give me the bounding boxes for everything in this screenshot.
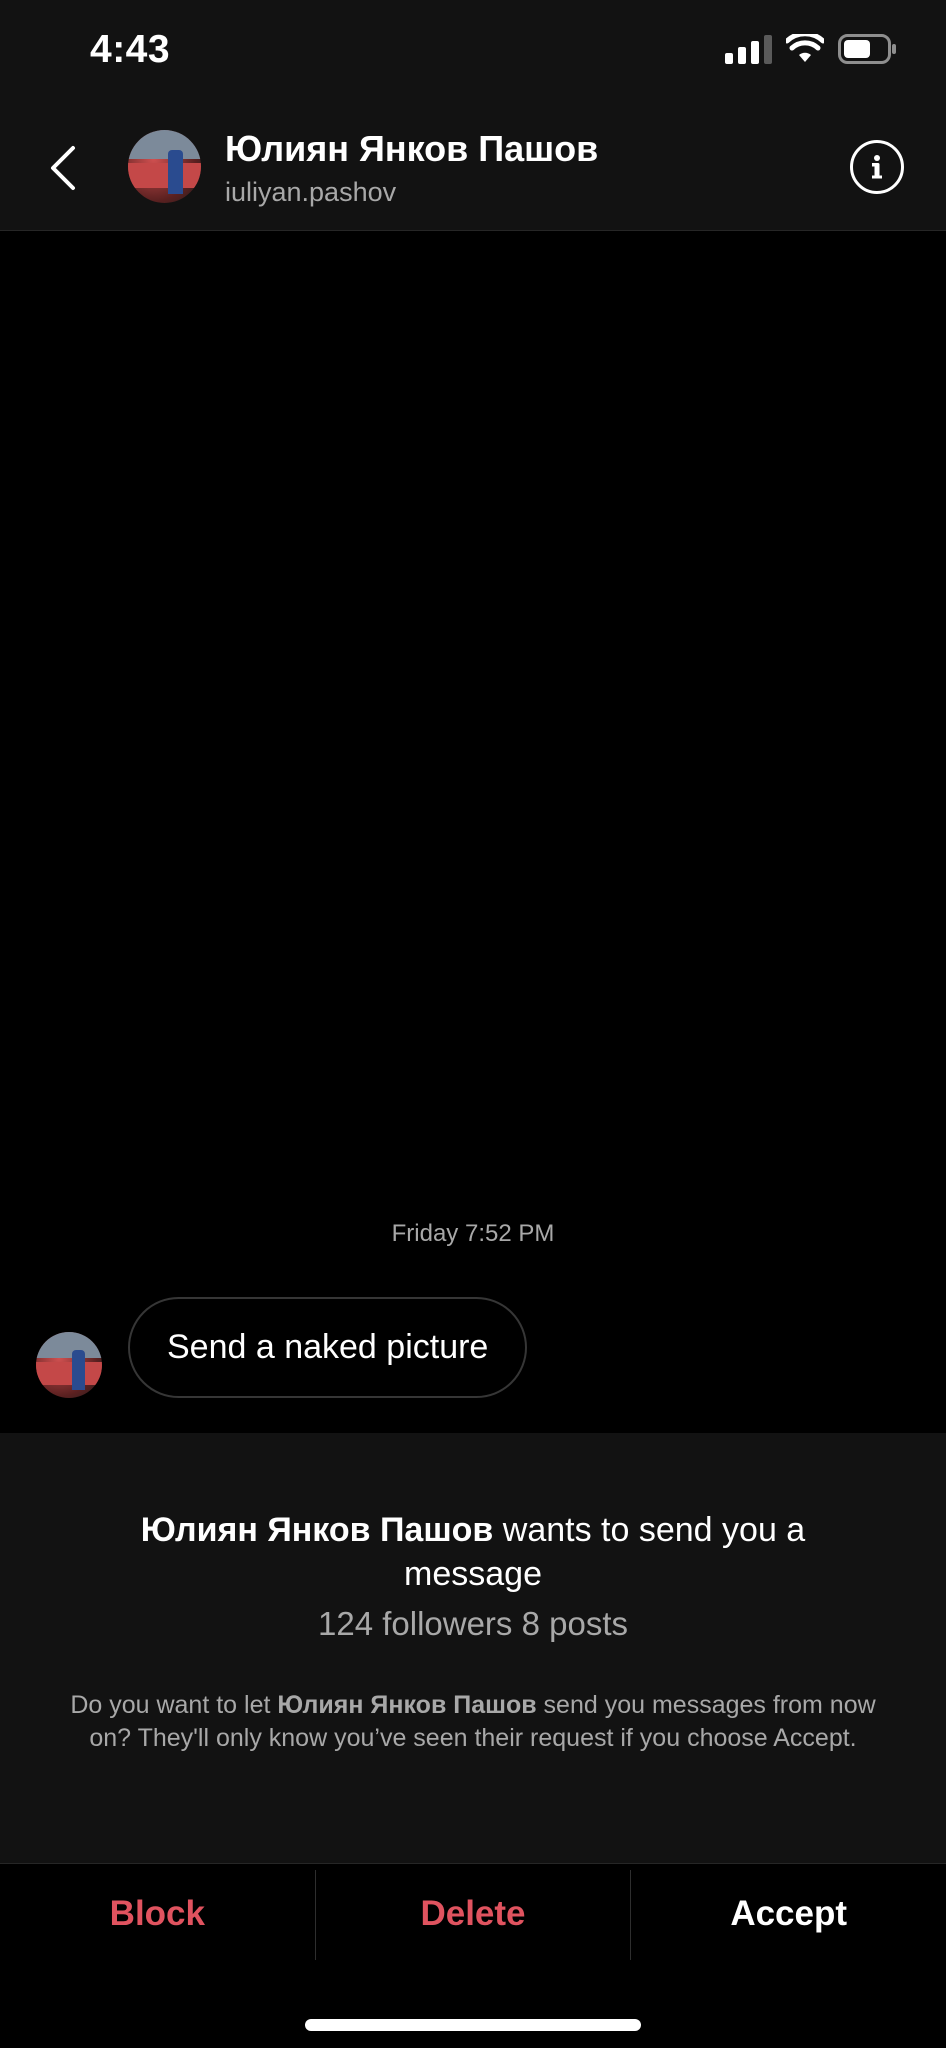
- request-stats: 124 followers 8 posts: [317, 1605, 628, 1642]
- request-title: Юлиян Янков Пашов wants to send you a me…: [110, 1508, 836, 1596]
- message-timestamp: Friday 7:52 PM: [391, 1220, 555, 1247]
- request-description: Do you want to let Юлиян Янков Пашов sen…: [70, 1691, 876, 1752]
- dm-request-screen: 4:43 Юлиян Янков Пашов iuliyan.pashov Fr…: [0, 0, 946, 2048]
- block-button[interactable]: Block: [0, 1864, 315, 1963]
- contact-name[interactable]: Юлиян Янков Пашов: [225, 128, 598, 170]
- back-button[interactable]: [38, 135, 88, 201]
- status-icons: [725, 34, 898, 64]
- request-actions: Block Delete Accept: [0, 1863, 946, 1963]
- info-button[interactable]: [850, 140, 904, 194]
- delete-button[interactable]: Delete: [316, 1864, 631, 1963]
- request-desc-name: Юлиян Янков Пашов: [277, 1691, 537, 1719]
- accept-button[interactable]: Accept: [631, 1864, 946, 1963]
- conversation-header: Юлиян Янков Пашов iuliyan.pashov: [0, 105, 946, 231]
- status-bar: 4:43: [0, 0, 946, 105]
- request-sender-name: Юлиян Янков Пашов: [140, 1511, 494, 1549]
- sender-avatar[interactable]: [36, 1332, 102, 1398]
- message-request-panel: Юлиян Янков Пашов wants to send you a me…: [0, 1433, 946, 1863]
- profile-avatar[interactable]: [128, 130, 201, 203]
- status-time: 4:43: [90, 28, 171, 71]
- cellular-signal-icon: [725, 34, 772, 64]
- battery-icon: [838, 34, 896, 64]
- chevron-left-icon: [51, 146, 75, 190]
- message-bubble[interactable]: Send a naked picture: [128, 1297, 528, 1398]
- home-indicator[interactable]: [305, 2019, 641, 2031]
- contact-username[interactable]: iuliyan.pashov: [225, 177, 396, 208]
- wifi-icon: [786, 34, 824, 62]
- info-icon: [872, 155, 882, 179]
